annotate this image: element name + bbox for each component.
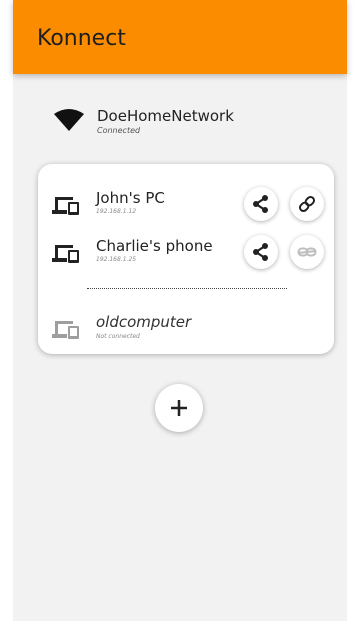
device-name: Charlie's phone [96, 237, 213, 255]
devices-icon [52, 197, 79, 215]
plus-icon [171, 400, 187, 416]
device-name: John's PC [96, 189, 165, 207]
device-row-charlies-phone[interactable]: Charlie's phone 192.168.1.25 [38, 234, 334, 274]
link-button[interactable] [290, 187, 324, 221]
device-row-johns-pc[interactable]: John's PC 192.168.1.12 [38, 186, 334, 226]
add-device-button[interactable] [155, 384, 203, 432]
share-button[interactable] [244, 235, 278, 269]
link-off-icon [297, 247, 317, 257]
app-screen: Konnect DoeHomeNetwork Connected John's … [13, 0, 347, 621]
link-icon [298, 195, 316, 213]
device-status: Not connected [96, 333, 140, 340]
devices-icon [52, 321, 79, 339]
divider [87, 288, 287, 289]
devices-card: John's PC 192.168.1.12 Charlie's phone 1… [38, 164, 334, 354]
share-button[interactable] [244, 187, 278, 221]
app-bar: Konnect [13, 0, 347, 74]
share-icon [253, 195, 268, 213]
network-item[interactable]: DoeHomeNetwork Connected [51, 106, 311, 142]
device-name: oldcomputer [96, 313, 192, 331]
devices-icon [52, 245, 79, 263]
device-address: 192.168.1.12 [96, 208, 137, 215]
device-row-oldcomputer[interactable]: oldcomputer Not connected [38, 310, 334, 350]
wifi-icon [54, 109, 84, 131]
network-name: DoeHomeNetwork [97, 107, 234, 125]
device-address: 192.168.1.25 [96, 256, 137, 263]
unlink-button[interactable] [290, 235, 324, 269]
share-icon [253, 243, 268, 261]
network-status: Connected [97, 126, 141, 135]
app-title: Konnect [37, 26, 126, 51]
